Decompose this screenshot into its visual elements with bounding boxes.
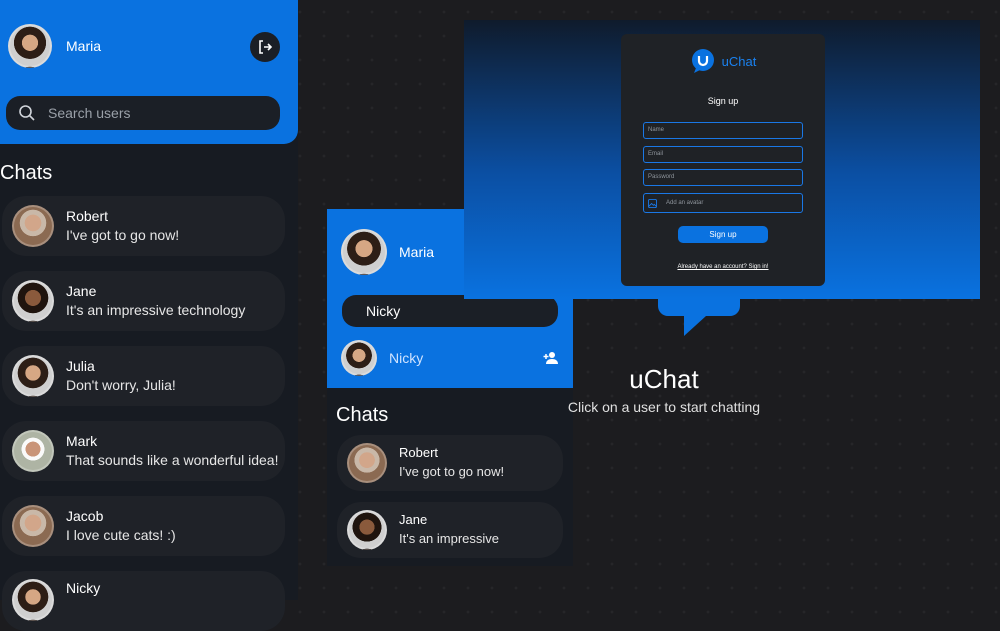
chat-name: Mark (66, 433, 98, 449)
user-search[interactable] (6, 96, 280, 130)
chat-item-robert[interactable]: Robert I've got to go now! (337, 435, 563, 491)
chats-heading: Chats (336, 404, 389, 426)
current-user-name: Maria (66, 38, 102, 54)
password-field[interactable]: Password (643, 169, 803, 186)
chat-name: Julia (66, 358, 95, 374)
avatar (12, 505, 54, 547)
name-field[interactable]: Name (643, 122, 803, 139)
avatar (347, 510, 387, 550)
chat-item-mark[interactable]: Mark That sounds like a wonderful idea! (2, 421, 285, 481)
chat-bubble-icon (691, 49, 714, 73)
avatar (12, 579, 54, 621)
brand-logo: uChat (621, 48, 825, 74)
email-field[interactable]: Email (643, 146, 803, 163)
avatar (12, 430, 54, 472)
chat-item-nicky[interactable]: Nicky (2, 571, 285, 631)
logout-button[interactable] (250, 32, 280, 62)
welcome-title: uChat (629, 364, 699, 394)
search-icon (19, 105, 35, 121)
welcome-subtitle: Click on a user to start chatting (567, 399, 761, 415)
chat-last-message: Don't worry, Julia! (66, 377, 176, 393)
chat-name: Nicky (66, 580, 101, 596)
search-input[interactable] (46, 104, 280, 122)
chat-item-julia[interactable]: Julia Don't worry, Julia! (2, 346, 285, 406)
avatar (8, 24, 52, 68)
avatar-upload-label: Add an avatar (666, 199, 704, 206)
logout-icon (259, 40, 273, 54)
avatar (12, 280, 54, 322)
signup-button[interactable]: Sign up (678, 226, 768, 243)
current-user: Maria (8, 24, 101, 68)
chat-item-jane[interactable]: Jane It's an impressive technology (2, 271, 285, 331)
avatar (12, 205, 54, 247)
chat-item-jane[interactable]: Jane It's an impressive (337, 502, 563, 558)
chat-last-message: It's an impressive (399, 531, 500, 546)
avatar-upload-field[interactable]: Add an avatar (643, 193, 803, 213)
chat-item-jacob[interactable]: Jacob I love cute cats! :) (2, 496, 285, 556)
chats-heading: Chats (0, 162, 53, 184)
avatar (12, 355, 54, 397)
search-result-name: Nicky (389, 350, 424, 366)
signup-title: Sign up (707, 96, 739, 106)
signin-link[interactable]: Already have an account? Sign in! (621, 264, 825, 270)
speech-bubble-tail (658, 298, 740, 336)
sidebar-header: Maria (0, 0, 298, 144)
chat-last-message: It's an impressive technology (66, 302, 246, 318)
add-user-icon[interactable] (543, 351, 559, 365)
sidebar-full: Maria Chats Robert I've got to go now! J… (0, 0, 298, 631)
chat-item-robert[interactable]: Robert I've got to go now! (2, 196, 285, 256)
chat-name: Jane (66, 283, 97, 299)
chat-name: Robert (66, 208, 109, 224)
chat-last-message: I've got to go now! (66, 227, 180, 243)
brand-name: uChat (721, 53, 757, 69)
chat-name: Robert (399, 445, 439, 460)
user-search[interactable] (342, 295, 558, 327)
signup-screen: uChat Sign up Name Email Password Add an… (464, 20, 980, 299)
current-user: Maria (341, 229, 434, 275)
chat-name: Jacob (66, 508, 104, 524)
avatar (341, 229, 387, 275)
chat-name: Jane (399, 512, 428, 527)
chat-last-message: That sounds like a wonderful idea! (66, 452, 279, 468)
image-icon (648, 198, 657, 208)
search-input[interactable] (364, 302, 549, 320)
avatar (341, 340, 377, 376)
chat-last-message: I love cute cats! :) (66, 527, 176, 543)
search-result-item[interactable]: Nicky (341, 339, 559, 377)
signup-card: uChat Sign up Name Email Password Add an… (621, 34, 825, 286)
avatar (347, 443, 387, 483)
chat-last-message: I've got to go now! (399, 464, 505, 479)
current-user-name: Maria (399, 244, 435, 260)
